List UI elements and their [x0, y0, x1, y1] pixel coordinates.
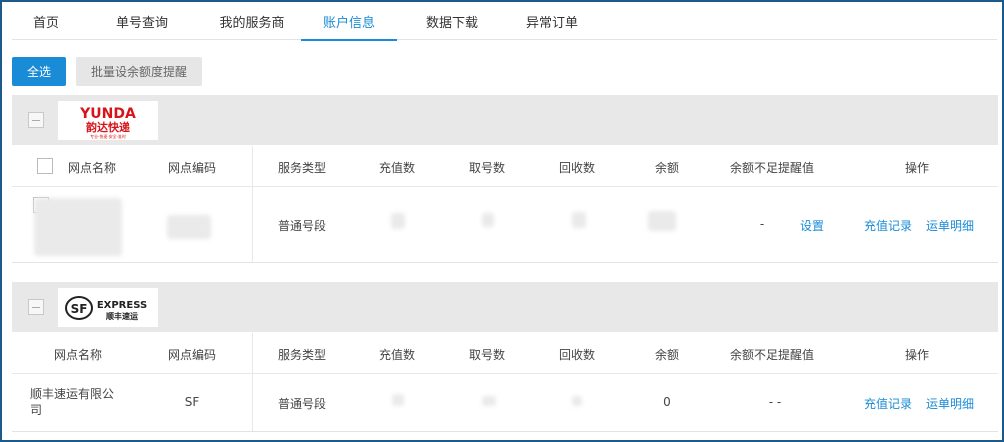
- cell-low-alert: - -: [768, 395, 782, 409]
- col-outlet-name: 网点名称: [53, 348, 102, 362]
- tab-bar: 首页 单号查询 我的服务商 账户信息 数据下载 异常订单: [12, 10, 997, 41]
- col-actions: 操作: [904, 161, 929, 175]
- recharge-records-link[interactable]: 充值记录: [860, 217, 916, 234]
- cell-service-type: 普通号段: [277, 397, 326, 411]
- app-frame: 首页 单号查询 我的服务商 账户信息 数据下载 异常订单 全选 批量设余额度提醒…: [0, 0, 1004, 442]
- carrier-header: YUNDA 韵达快递 专业·快速·安全·准时: [12, 95, 998, 145]
- col-recycled: 回收数: [558, 161, 595, 175]
- col-service-type: 服务类型: [277, 348, 326, 362]
- set-alert-link[interactable]: 设置: [792, 217, 832, 234]
- col-outlet-name: 网点名称: [67, 161, 116, 175]
- cell-service-type: 普通号段: [277, 219, 326, 233]
- col-service-type: 服务类型: [277, 161, 326, 175]
- col-outlet-code: 网点编码: [167, 161, 216, 175]
- redacted-balance: [648, 211, 676, 231]
- redacted-outlet-name: [34, 198, 122, 256]
- divider: [12, 186, 998, 187]
- svg-text:SF: SF: [71, 302, 88, 316]
- recharge-records-link[interactable]: 充值记录: [860, 395, 916, 412]
- carrier-select-checkbox[interactable]: [28, 299, 44, 315]
- carrier-header: SF EXPRESS 顺丰速运: [12, 282, 998, 332]
- tab-data-download[interactable]: 数据下载: [414, 10, 490, 40]
- col-balance: 余额: [654, 348, 679, 362]
- svg-text:YUNDA: YUNDA: [79, 106, 136, 122]
- yunda-logo: YUNDA 韵达快递 专业·快速·安全·准时: [58, 101, 158, 140]
- col-actions: 操作: [904, 348, 929, 362]
- header-select-checkbox[interactable]: [37, 158, 53, 174]
- cell-balance: 0: [663, 395, 671, 409]
- col-balance: 余额: [654, 161, 679, 175]
- col-recycled: 回收数: [558, 348, 595, 362]
- svg-text:韵达快递: 韵达快递: [86, 120, 130, 134]
- cell-outlet-name: 顺丰速运有限公司: [30, 387, 115, 417]
- svg-text:EXPRESS: EXPRESS: [97, 300, 147, 311]
- divider: [12, 373, 998, 374]
- col-outlet-code: 网点编码: [167, 348, 216, 362]
- divider: [252, 333, 253, 431]
- tab-account-info[interactable]: 账户信息: [301, 10, 397, 41]
- sf-express-logo: SF EXPRESS 顺丰速运: [58, 288, 158, 327]
- redacted-taken: [482, 396, 496, 406]
- redacted-recharge: [392, 394, 404, 406]
- waybill-details-link[interactable]: 运单明细: [922, 395, 978, 412]
- divider: [252, 146, 253, 262]
- redacted-recycled: [572, 396, 582, 406]
- cell-outlet-code: SF: [184, 395, 200, 409]
- redacted-outlet-code: [167, 215, 211, 239]
- tab-my-providers[interactable]: 我的服务商: [202, 10, 302, 40]
- carrier-select-checkbox[interactable]: [28, 112, 44, 128]
- col-recharge: 充值数: [378, 161, 415, 175]
- cell-low-alert: -: [759, 217, 765, 231]
- col-recharge: 充值数: [378, 348, 415, 362]
- select-all-button[interactable]: 全选: [12, 57, 66, 86]
- col-taken: 取号数: [468, 161, 505, 175]
- redacted-taken: [482, 213, 494, 227]
- redacted-recycled: [572, 212, 586, 228]
- tab-exception-orders[interactable]: 异常订单: [512, 10, 592, 40]
- carrier-section-yunda: YUNDA 韵达快递 专业·快速·安全·准时 网点名称 网点编码 服务类型 充值…: [12, 95, 998, 263]
- col-taken: 取号数: [468, 348, 505, 362]
- col-low-alert: 余额不足提醒值: [729, 161, 814, 175]
- batch-alert-button[interactable]: 批量设余额度提醒: [76, 57, 202, 86]
- redacted-recharge: [391, 213, 405, 229]
- tab-home[interactable]: 首页: [22, 10, 70, 40]
- carrier-section-sf: SF EXPRESS 顺丰速运 网点名称 网点编码 服务类型 充值数 取号数 回…: [12, 282, 998, 432]
- svg-text:专业·快速·安全·准时: 专业·快速·安全·准时: [90, 133, 126, 139]
- svg-text:顺丰速运: 顺丰速运: [106, 311, 138, 321]
- col-low-alert: 余额不足提醒值: [729, 348, 814, 362]
- waybill-details-link[interactable]: 运单明细: [922, 217, 978, 234]
- tab-tracking-query[interactable]: 单号查询: [100, 10, 184, 40]
